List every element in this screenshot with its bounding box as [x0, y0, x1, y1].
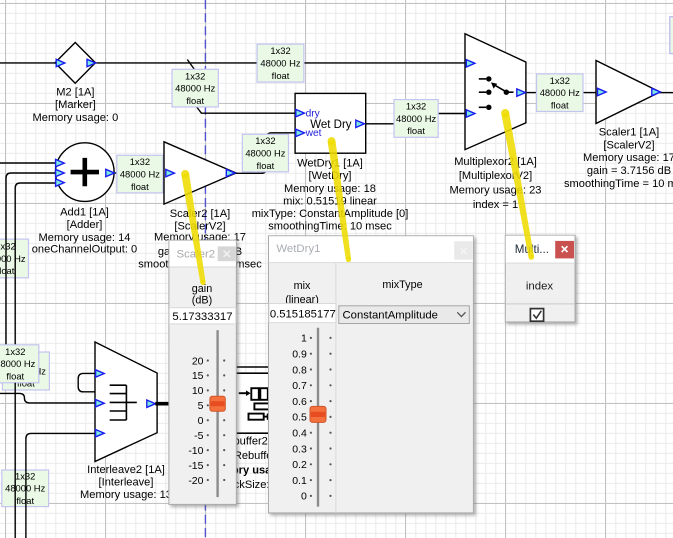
svg-text:48000 Hz: 48000 Hz: [245, 148, 285, 159]
svg-text:5.17333317: 5.17333317: [172, 311, 232, 323]
svg-text:[Interleave]: [Interleave]: [99, 477, 154, 489]
svg-text:float: float: [131, 181, 149, 192]
svg-text:1x32: 1x32: [270, 45, 290, 56]
svg-text:10: 10: [192, 385, 204, 397]
svg-text:[MultiplexorV2]: [MultiplexorV2]: [459, 170, 532, 182]
svg-text:0.9: 0.9: [292, 349, 307, 361]
svg-text:-15: -15: [188, 460, 203, 472]
svg-text:15: 15: [192, 370, 204, 382]
svg-text:smoothingTime = 10 msec: smoothingTime = 10 msec: [564, 178, 673, 190]
svg-text:[Adder]: [Adder]: [67, 219, 103, 231]
svg-text:M2 [1A]: M2 [1A]: [56, 86, 94, 98]
svg-text:0.8: 0.8: [292, 364, 307, 376]
svg-text:(dB): (dB): [192, 295, 212, 307]
svg-text:index: index: [526, 280, 554, 292]
svg-text:WetDry1 [1A]: WetDry1 [1A]: [297, 158, 363, 170]
svg-text:oneChannelOutput: 0: oneChannelOutput: 0: [32, 244, 137, 256]
svg-text:smoothingTime: 10 msec: smoothingTime: 10 msec: [268, 221, 392, 233]
svg-text:Add1 [1A]: Add1 [1A]: [60, 207, 109, 219]
svg-text:float: float: [6, 371, 24, 382]
svg-text:48000 Hz: 48000 Hz: [0, 253, 26, 264]
svg-text:float: float: [257, 160, 275, 171]
svg-text:48000 Hz: 48000 Hz: [0, 358, 36, 369]
svg-text:gain = 3.7156 dB: gain = 3.7156 dB: [587, 165, 671, 177]
svg-text:0.515185177: 0.515185177: [270, 308, 336, 320]
svg-text:Scaler2 [1A]: Scaler2 [1A]: [170, 208, 230, 220]
svg-text:5: 5: [198, 400, 204, 412]
svg-text:Multiplexor2 [1A]: Multiplexor2 [1A]: [454, 156, 537, 168]
svg-text:dry: dry: [306, 108, 321, 119]
svg-text:float: float: [407, 125, 425, 136]
svg-text:0: 0: [301, 491, 307, 503]
svg-text:Memory usage: 0: Memory usage: 0: [33, 112, 119, 124]
svg-text:0: 0: [198, 415, 204, 427]
svg-text:Memory usage: 18: Memory usage: 18: [284, 183, 376, 195]
svg-text:20: 20: [192, 355, 204, 367]
svg-text:index = 1: index = 1: [473, 199, 518, 211]
svg-text:1x32: 1x32: [255, 135, 275, 146]
svg-text:[WetDry]: [WetDry]: [309, 170, 352, 182]
svg-text:mix: mix: [294, 280, 311, 292]
svg-text:48000 Hz: 48000 Hz: [260, 58, 300, 69]
svg-text:1x32: 1x32: [550, 75, 570, 86]
svg-text:-20: -20: [188, 475, 203, 487]
svg-text:0.7: 0.7: [292, 380, 307, 392]
svg-text:48000 Hz: 48000 Hz: [396, 113, 436, 124]
svg-text:float: float: [272, 70, 290, 81]
svg-text:48000 Hz: 48000 Hz: [175, 83, 215, 94]
svg-text:ConstantAmplitude: ConstantAmplitude: [343, 309, 438, 321]
svg-text:Memory usage: 17: Memory usage: 17: [583, 152, 673, 164]
svg-text:Wet Dry: Wet Dry: [310, 119, 352, 131]
svg-text:mixType: mixType: [382, 279, 422, 291]
svg-text:1x32: 1x32: [185, 70, 205, 81]
svg-text:float: float: [0, 265, 15, 276]
svg-text:1x32: 1x32: [0, 241, 16, 252]
svg-text:48000 Hz: 48000 Hz: [540, 87, 580, 98]
svg-text:48000 Hz: 48000 Hz: [120, 169, 160, 180]
svg-text:mix: 0.51519 linear: mix: 0.51519 linear: [283, 195, 377, 207]
svg-text:Memory usage: 13: Memory usage: 13: [80, 489, 172, 501]
svg-text:WetDry1: WetDry1: [276, 243, 320, 255]
svg-text:0.6: 0.6: [292, 396, 307, 408]
svg-text:1x32: 1x32: [130, 156, 150, 167]
svg-text:-5: -5: [194, 430, 203, 442]
svg-text:mixType: ConstantAmplitude [0]: mixType: ConstantAmplitude [0]: [252, 208, 409, 220]
svg-text:1: 1: [301, 333, 307, 345]
svg-text:Scaler1 [1A]: Scaler1 [1A]: [599, 126, 659, 138]
svg-text:0.3: 0.3: [292, 443, 307, 455]
svg-text:0.5: 0.5: [292, 412, 307, 424]
svg-text:gain: gain: [192, 283, 212, 295]
svg-text:[ScalerV2]: [ScalerV2]: [603, 140, 654, 152]
svg-text:Interleave2 [1A]: Interleave2 [1A]: [87, 464, 165, 476]
svg-text:float: float: [551, 99, 569, 110]
svg-text:float: float: [186, 95, 204, 106]
svg-text:1x32: 1x32: [5, 346, 25, 357]
svg-text:-10: -10: [188, 445, 203, 457]
svg-text:Memory usage: 14: Memory usage: 14: [39, 232, 131, 244]
svg-text:1x32: 1x32: [406, 101, 426, 112]
svg-text:Memory usage: 23: Memory usage: 23: [450, 184, 542, 196]
svg-text:0.4: 0.4: [292, 428, 307, 440]
svg-text:0.1: 0.1: [292, 475, 307, 487]
svg-text:0.2: 0.2: [292, 459, 307, 471]
svg-text:[Marker]: [Marker]: [55, 99, 96, 111]
